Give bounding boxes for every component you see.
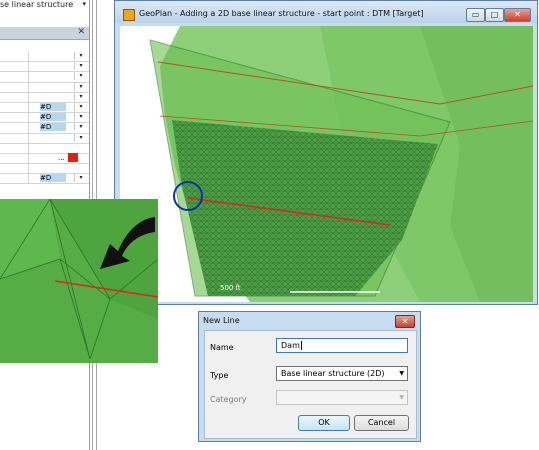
chevron-down-icon: ▼ [399, 370, 404, 377]
property-value[interactable] [40, 62, 66, 70]
name-input[interactable]: Dam [276, 338, 408, 353]
grid-divider [28, 92, 29, 102]
property-row[interactable]: ▾ [0, 72, 89, 83]
panel-header-bar: ✕ [0, 27, 89, 40]
name-label: Name [210, 343, 234, 352]
type-label: Type [210, 371, 229, 380]
scale-label: 500 ft [220, 284, 241, 292]
grid-divider [28, 153, 29, 164]
property-row[interactable]: #D ▾ [0, 123, 89, 134]
chevron-down-icon[interactable]: ▾ [74, 62, 87, 71]
category-label: Category [210, 395, 247, 404]
chevron-down-icon[interactable]: ▾ [82, 0, 86, 8]
grid-divider [28, 123, 29, 133]
close-icon[interactable]: ✕ [77, 27, 85, 37]
map-canvas[interactable]: 500 ft [120, 26, 533, 302]
dialog-title-bar[interactable]: New Line ✕ [199, 312, 420, 329]
chevron-down-icon[interactable]: ▾ [74, 174, 87, 183]
type-value: Base linear structure (2D) [281, 369, 385, 378]
property-row[interactable]: #D ▾ [0, 174, 89, 185]
dialog-close-button[interactable]: ✕ [395, 315, 415, 328]
property-value[interactable]: #D [40, 113, 66, 122]
chevron-down-icon[interactable]: ▾ [74, 72, 87, 81]
grid-divider [28, 133, 29, 143]
new-line-dialog: New Line ✕ Name Dam Type Base linear str… [198, 311, 421, 442]
property-value[interactable] [40, 134, 66, 142]
property-value[interactable] [40, 93, 66, 101]
dialog-title: New Line [203, 316, 240, 325]
grid-divider [28, 72, 29, 82]
property-value[interactable] [40, 164, 66, 172]
name-value: Dam [281, 341, 300, 350]
type-select[interactable]: Base linear structure (2D) ▼ [276, 366, 408, 381]
property-value[interactable]: #D [40, 102, 66, 111]
ellipsis-button[interactable]: ... [58, 154, 65, 162]
grid-divider [28, 164, 29, 174]
property-row[interactable]: ▾ [0, 133, 89, 144]
chevron-down-icon[interactable]: ▾ [74, 113, 87, 122]
grid-divider [28, 102, 29, 113]
chevron-down-icon: ▼ [399, 394, 404, 401]
ok-button[interactable]: OK [298, 415, 350, 431]
property-value[interactable] [40, 83, 66, 91]
window-title-bar[interactable]: GeoPlan - Adding a 2D base linear struct… [115, 1, 537, 23]
property-row[interactable]: ... [0, 152, 89, 165]
dialog-body: Name Dam Type Base linear structure (2D)… [204, 330, 417, 439]
property-row[interactable]: ▾ [0, 92, 89, 103]
cancel-button[interactable]: Cancel [354, 415, 409, 431]
grid-divider [28, 52, 29, 62]
property-row[interactable]: ▾ [0, 62, 89, 73]
property-value[interactable] [40, 52, 66, 60]
grid-divider [28, 113, 29, 123]
zoom-callout [0, 199, 158, 363]
maximize-button[interactable]: □ [485, 8, 504, 22]
chevron-down-icon[interactable]: ▾ [74, 102, 87, 111]
chevron-down-icon[interactable]: ▾ [74, 52, 87, 60]
property-row[interactable]: #D ▾ [0, 113, 89, 124]
grid-divider [28, 174, 29, 184]
structure-type-selector[interactable]: se linear structure ▾ [0, 0, 89, 12]
property-row[interactable]: #D ▾ [0, 102, 89, 114]
window-title: GeoPlan - Adding a 2D base linear struct… [139, 9, 424, 18]
structure-type-text: se linear structure [0, 0, 74, 9]
minimize-button[interactable]: ▭ [466, 8, 485, 22]
property-row[interactable]: ▾ [0, 82, 89, 93]
chevron-down-icon[interactable]: ▾ [74, 82, 87, 91]
category-select[interactable]: ▼ [276, 390, 408, 405]
color-swatch[interactable] [68, 152, 78, 162]
grid-divider [28, 62, 29, 72]
property-value[interactable] [40, 72, 66, 80]
chevron-down-icon[interactable]: ▾ [74, 92, 87, 101]
property-grid: ▾ ▾ ▾ ▾ ▾ #D ▾ #D ▾ #D ▾ ▾... #D ▾ [0, 52, 89, 185]
property-value[interactable]: #D [40, 174, 66, 183]
property-row[interactable] [0, 164, 89, 175]
chevron-down-icon[interactable]: ▾ [74, 123, 87, 132]
chevron-down-icon[interactable]: ▾ [74, 133, 87, 142]
grid-divider [28, 143, 29, 153]
property-row[interactable]: ▾ [0, 52, 89, 63]
geoplan-icon [123, 9, 135, 21]
property-value[interactable]: #D [40, 123, 66, 132]
close-button[interactable]: ✕ [504, 8, 531, 22]
property-value[interactable] [40, 144, 66, 152]
grid-divider [28, 82, 29, 92]
